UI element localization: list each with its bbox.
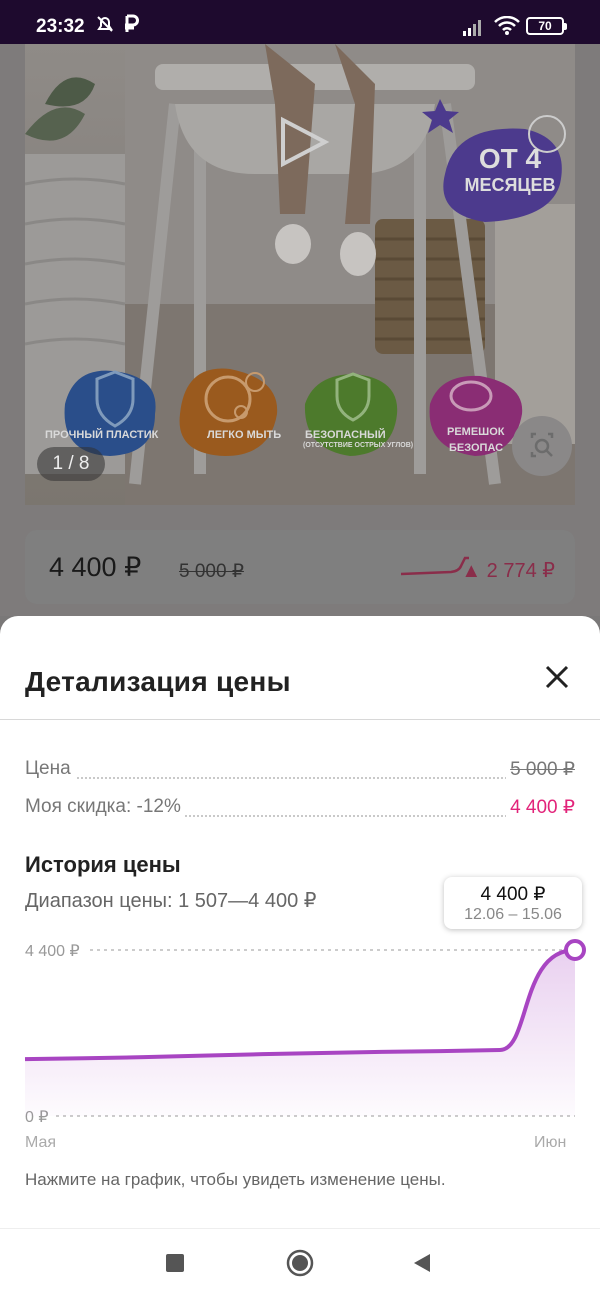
dotted-leader: [25, 777, 575, 779]
feature-label: ЛЕГКО МЫТЬ: [207, 429, 282, 441]
status-bar: 23:32 70: [0, 0, 600, 44]
discount-row: Моя скидка: -12% 4 400 ₽: [25, 796, 575, 822]
feature-label: БЕЗОПАСНЫЙ: [305, 429, 386, 441]
history-title: История цены: [25, 852, 181, 877]
discount-label: Моя скидка: -12%: [25, 796, 185, 818]
age-badge-line2: МЕСЯЦЕВ: [464, 175, 556, 195]
recent-apps-icon[interactable]: [165, 1253, 185, 1273]
wifi-icon: [494, 16, 520, 35]
product-image[interactable]: ОТ 4 МЕСЯЦЕВ ПРОЧНЫЙ ПЛАСТИК ЛЕГКО МЫТЬ …: [25, 44, 575, 505]
feature-sublabel: БЕЗОПАС: [449, 442, 504, 454]
battery-icon: 70: [526, 17, 567, 35]
close-button[interactable]: [540, 660, 574, 694]
price-card[interactable]: 4 400 ₽ 5 000 ₽ ▲ 2 774 ₽: [25, 530, 575, 604]
feature-sublabel: (ОТСУТСТВИЕ ОСТРЫХ УГЛОВ): [303, 442, 414, 449]
alarm-off-icon: [97, 16, 113, 32]
tooltip-value: 4 400 ₽: [480, 884, 546, 905]
home-icon[interactable]: [285, 1248, 315, 1278]
price-delta: ▲ 2 774 ₽: [461, 560, 555, 582]
status-time: 23:32: [36, 16, 85, 37]
price-detail-sheet: Детализация цены Цена 5 000 ₽ Моя скидка…: [0, 616, 600, 1299]
series-line: [24, 948, 576, 1062]
series-area: [25, 950, 575, 1116]
feature-label: РЕМЕШОК: [447, 426, 505, 438]
age-badge: ОТ 4 МЕСЯЦЕВ: [450, 144, 570, 196]
system-nav-bar: [0, 1228, 600, 1299]
price-label: Цена: [25, 758, 75, 780]
age-badge-line1: ОТ 4: [478, 143, 542, 174]
price-history-chart[interactable]: 4 400 ₽ 0 ₽: [0, 916, 600, 1131]
zoom-search-button[interactable]: [512, 416, 572, 476]
ruble-app-icon: [125, 14, 139, 32]
back-icon[interactable]: [412, 1253, 432, 1273]
close-icon: [545, 665, 569, 689]
discount-value: 4 400 ₽: [506, 796, 575, 819]
tooltip-dates: 12.06 – 15.06: [464, 906, 562, 923]
price-range: Диапазон цены: 1 507—4 400 ₽: [25, 890, 317, 912]
zoom-search-icon: [530, 432, 554, 458]
y-tick-top: 4 400 ₽: [25, 943, 80, 960]
current-price: 4 400 ₽: [49, 552, 142, 582]
chart-hint: Нажмите на график, чтобы увидеть изменен…: [25, 1170, 446, 1189]
chart-tooltip: 4 400 ₽ 12.06 – 15.06: [444, 877, 582, 929]
price-value: 5 000 ₽: [506, 758, 575, 781]
sheet-title: Детализация цены: [25, 666, 291, 697]
price-row: Цена 5 000 ₽: [25, 758, 575, 784]
divider: [0, 719, 600, 720]
x-tick-start: Мая: [25, 1134, 57, 1151]
x-tick-end: Июн: [534, 1134, 567, 1151]
old-price: 5 000 ₽: [179, 561, 244, 582]
signal-icon: [463, 20, 481, 36]
image-pager: 1 / 8: [37, 447, 105, 481]
selected-point[interactable]: [564, 939, 586, 961]
feature-label: ПРОЧНЫЙ ПЛАСТИК: [45, 429, 159, 441]
